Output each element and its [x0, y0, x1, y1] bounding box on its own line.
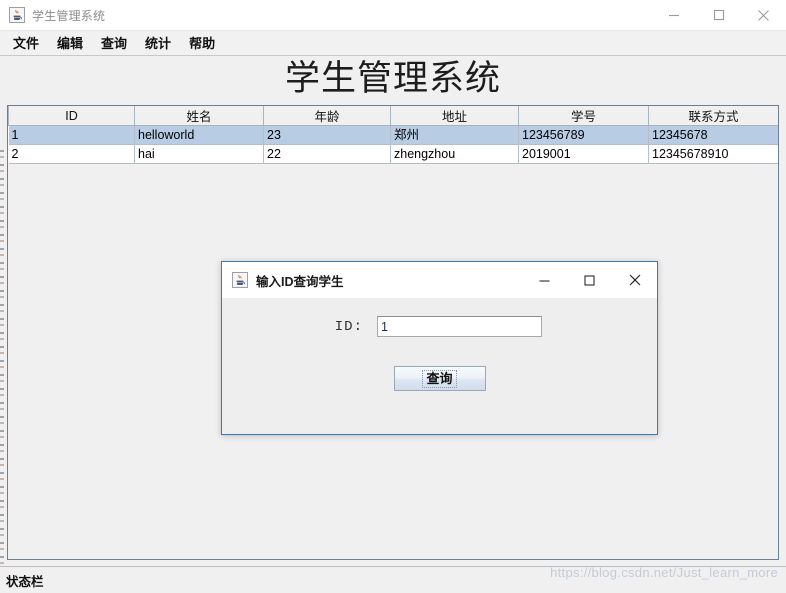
- cell-age: 22: [263, 144, 391, 164]
- cell-contact: 12345678910: [648, 144, 778, 164]
- window-title: 学生管理系统: [32, 8, 106, 23]
- minimize-icon: [539, 279, 550, 282]
- cell-id: 2: [8, 144, 135, 164]
- minimize-button[interactable]: [651, 0, 696, 31]
- menu-item-edit[interactable]: 编辑: [49, 33, 91, 54]
- menu-item-help[interactable]: 帮助: [181, 33, 223, 54]
- id-field-label: ID:: [334, 318, 363, 335]
- dialog-close-button[interactable]: [612, 262, 657, 298]
- cell-address: zhengzhou: [390, 144, 519, 164]
- scan-artifact-left: [0, 150, 4, 570]
- cell-age: 23: [263, 125, 391, 145]
- column-header-studentno[interactable]: 学号: [518, 106, 649, 126]
- cell-address: 郑州: [390, 125, 519, 145]
- column-header-name[interactable]: 姓名: [134, 106, 264, 126]
- id-field-row: ID:: [222, 316, 657, 337]
- java-coffee-cup-icon: [9, 7, 25, 23]
- close-icon: [629, 274, 640, 286]
- dialog-window-controls: [522, 262, 657, 298]
- statusbar: 状态栏: [0, 566, 786, 593]
- table-header-row: ID 姓名 年龄 地址 学号 联系方式: [8, 106, 778, 126]
- menubar: 文件 编辑 查询 统计 帮助: [0, 31, 786, 56]
- maximize-icon: [584, 274, 595, 286]
- java-coffee-cup-icon: [232, 272, 248, 288]
- column-header-address[interactable]: 地址: [390, 106, 519, 126]
- table-row[interactable]: 1 helloworld 23 郑州 123456789 12345678: [8, 125, 778, 145]
- window-titlebar: 学生管理系统: [0, 0, 786, 31]
- status-text: 状态栏: [6, 574, 44, 589]
- application-window: 学生管理系统 文件 编辑 查询 统计 帮助 学生管理系统 ID 姓名 年龄 地址…: [0, 0, 786, 593]
- table-body: 1 helloworld 23 郑州 123456789 12345678 2 …: [8, 125, 778, 164]
- table-row[interactable]: 2 hai 22 zhengzhou 2019001 12345678910: [8, 144, 778, 164]
- student-table: ID 姓名 年龄 地址 学号 联系方式 1 helloworld 23 郑州 1…: [8, 106, 778, 164]
- page-title: 学生管理系统: [284, 59, 501, 98]
- maximize-button[interactable]: [696, 0, 741, 31]
- id-input[interactable]: [377, 316, 542, 337]
- query-student-dialog: 输入ID查询学生 ID: 1 查询: [221, 261, 658, 435]
- dialog-title: 输入ID查询学生: [256, 274, 344, 289]
- close-icon: [758, 9, 769, 21]
- table-header: ID 姓名 年龄 地址 学号 联系方式: [8, 106, 778, 126]
- dialog-maximize-button[interactable]: [567, 262, 612, 298]
- column-header-id[interactable]: ID: [8, 106, 135, 126]
- dialog-minimize-button[interactable]: [522, 262, 567, 298]
- cell-contact: 12345678: [648, 125, 778, 145]
- window-controls: [651, 0, 786, 31]
- cell-studentno: 2019001: [518, 144, 649, 164]
- column-header-contact[interactable]: 联系方式: [648, 106, 778, 126]
- cell-name: hai: [134, 144, 264, 164]
- cell-id: 1: [8, 125, 135, 145]
- cell-name: helloworld: [134, 125, 264, 145]
- dialog-body: ID: 查询: [222, 298, 657, 434]
- query-submit-label: 查询: [422, 369, 457, 388]
- menu-item-stats[interactable]: 统计: [137, 33, 179, 54]
- menu-item-file[interactable]: 文件: [5, 33, 47, 54]
- column-header-age[interactable]: 年龄: [263, 106, 391, 126]
- minimize-icon: [668, 14, 679, 17]
- dialog-titlebar: 输入ID查询学生: [222, 262, 657, 298]
- maximize-icon: [713, 9, 724, 21]
- close-button[interactable]: [741, 0, 786, 31]
- menu-item-query[interactable]: 查询: [93, 33, 135, 54]
- cell-studentno: 123456789: [518, 125, 649, 145]
- dialog-button-row: 查询: [222, 366, 657, 391]
- query-submit-button[interactable]: 查询: [393, 366, 486, 391]
